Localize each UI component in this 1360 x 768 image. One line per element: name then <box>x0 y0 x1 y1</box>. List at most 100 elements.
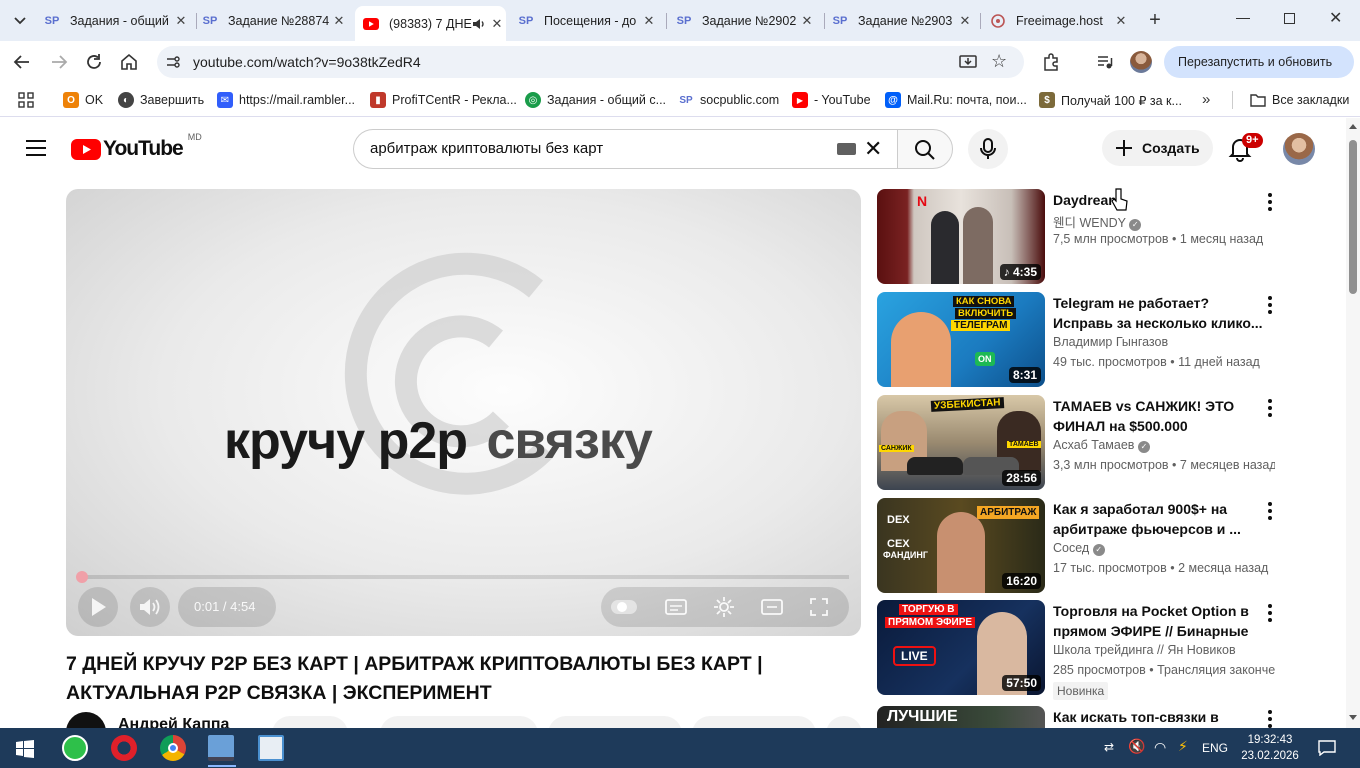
rec-title[interactable]: Telegram не работает? Исправь за несколь… <box>1053 293 1263 333</box>
hamburger-menu-icon[interactable] <box>26 140 46 156</box>
search-input[interactable]: арбитраж криптовалюты без карт ✕ <box>353 129 898 169</box>
channel-name[interactable]: Андрей Каппа <box>118 716 229 728</box>
rec-title[interactable]: Daydream <box>1053 190 1263 210</box>
notification-center-icon[interactable] <box>1318 740 1336 756</box>
browser-tab[interactable]: Freeimage.host ✕ <box>990 6 1130 35</box>
account-avatar[interactable] <box>1283 133 1315 165</box>
close-icon[interactable]: ✕ <box>798 13 816 29</box>
search-button[interactable] <box>897 129 953 169</box>
recommendation-item[interactable]: УЗБЕКИСТАН САНЖИК ТАМАЕВ 28:56 ТАМАЕВ vs… <box>877 395 1277 490</box>
progress-scrubber[interactable] <box>76 571 88 583</box>
video-thumbnail[interactable]: УЗБЕКИСТАН САНЖИК ТАМАЕВ 28:56 <box>877 395 1045 490</box>
profile-avatar[interactable] <box>1130 51 1152 73</box>
close-icon[interactable]: ✕ <box>640 13 658 29</box>
close-icon[interactable]: ✕ <box>956 13 974 29</box>
scroll-up-arrow[interactable] <box>1349 124 1357 129</box>
bookmark-item[interactable]: @ Mail.Ru: почта, пои... <box>885 91 1027 109</box>
video-thumbnail[interactable]: ТОРГУЮ В ПРЯМОМ ЭФИРЕ LIVE 57:50 <box>877 600 1045 695</box>
more-vert-icon[interactable] <box>1267 710 1273 728</box>
rec-title[interactable]: Торговля на Pocket Option в прямом ЭФИРЕ… <box>1053 601 1263 641</box>
more-vert-icon[interactable] <box>1267 193 1273 213</box>
tab-search-icon[interactable] <box>8 10 32 32</box>
bookmark-item[interactable]: ▮ ProfiTCentR - Рекла... <box>370 91 517 109</box>
install-app-icon[interactable] <box>959 53 977 76</box>
action-button[interactable] <box>272 716 348 728</box>
theater-mode-icon[interactable] <box>761 597 783 617</box>
recommendation-item[interactable]: КАК СНОВА ВКЛЮЧИТЬ ТЕЛЕГРАМ ON 8:31 Tele… <box>877 292 1277 387</box>
chrome-icon[interactable] <box>160 735 186 761</box>
share-button[interactable] <box>548 716 682 728</box>
speaker-icon[interactable] <box>472 18 488 30</box>
image-viewer-icon[interactable] <box>258 735 284 761</box>
bookmark-item[interactable]: ✉ https://mail.rambler... <box>217 91 355 109</box>
recommendation-item[interactable]: ТОРГУЮ В ПРЯМОМ ЭФИРЕ LIVE 57:50 Торговл… <box>877 600 1277 700</box>
bookmark-item[interactable]: ▶ - YouTube <box>792 91 871 109</box>
rec-title[interactable]: Как я заработал 900$+ на арбитраже фьюче… <box>1053 499 1263 539</box>
forward-icon[interactable] <box>50 53 68 76</box>
chevron-right-icon[interactable]: » <box>1202 91 1210 108</box>
youtube-logo[interactable]: YouTube MD <box>71 132 202 161</box>
recommendation-item[interactable]: DEX CEX ФАНДИНГ АРБИТРАЖ 16:20 Как я зар… <box>877 498 1277 593</box>
close-icon[interactable]: ✕ <box>488 16 506 32</box>
more-vert-icon[interactable] <box>1267 296 1273 316</box>
close-icon[interactable]: ✕ <box>172 13 190 29</box>
all-bookmarks[interactable]: Все закладки <box>1250 91 1349 109</box>
like-button[interactable] <box>380 716 538 728</box>
url-text[interactable]: youtube.com/watch?v=9o38tkZedR4 <box>193 54 421 70</box>
close-icon[interactable]: ✕ <box>1112 13 1130 29</box>
progress-bar[interactable] <box>76 571 849 583</box>
computer-icon[interactable] <box>208 735 234 761</box>
volume-muted-icon[interactable]: 🔇 <box>1128 738 1145 755</box>
subtitles-icon[interactable] <box>665 597 687 617</box>
video-player[interactable]: кручу p2p связку 0:01 / 4:54 <box>66 189 861 636</box>
windows-start-icon[interactable] <box>16 740 34 758</box>
rec-title[interactable]: Как искать топ-связки в <box>1053 707 1263 727</box>
battery-icon[interactable]: ⚡ <box>1178 738 1188 755</box>
browser-tab-active[interactable]: (98383) 7 ДНЕЙ ✕ <box>355 6 506 41</box>
window-close-icon[interactable]: ✕ <box>1329 8 1342 28</box>
recommendation-item[interactable]: N ♪ 4:35 Daydream 웬디 WENDY ✓ 7,5 млн про… <box>877 189 1277 284</box>
home-icon[interactable] <box>120 53 138 76</box>
rec-channel[interactable]: Сосед ✓ <box>1053 541 1105 556</box>
more-vert-icon[interactable] <box>1267 604 1273 624</box>
back-icon[interactable] <box>13 53 31 76</box>
video-thumbnail[interactable]: DEX CEX ФАНДИНГ АРБИТРАЖ 16:20 <box>877 498 1045 593</box>
clock[interactable]: 19:32:43 23.02.2026 <box>1238 732 1302 764</box>
more-vert-icon[interactable] <box>1267 502 1273 522</box>
bookmark-item[interactable]: $ Получай 100 ₽ за к... <box>1039 91 1182 109</box>
minimize-icon[interactable] <box>1236 18 1250 19</box>
address-bar[interactable]: youtube.com/watch?v=9o38tkZedR4 ☆ <box>157 46 1024 78</box>
apps-grid-icon[interactable] <box>18 92 34 113</box>
video-thumbnail[interactable]: N ♪ 4:35 <box>877 189 1045 284</box>
input-language[interactable]: ENG <box>1202 741 1228 755</box>
recommendation-item[interactable]: ЛУЧШИЕ Как искать топ-связки в <box>877 706 1277 728</box>
rec-channel[interactable]: Владимир Гынгазов <box>1053 335 1168 349</box>
new-tab-plus-icon[interactable]: + <box>1144 9 1166 31</box>
settings-gear-icon[interactable] <box>713 596 735 618</box>
rec-channel[interactable]: Асхаб Тамаев ✓ <box>1053 438 1150 453</box>
bookmark-item[interactable]: SP socpublic.com <box>678 91 779 109</box>
browser-tab[interactable]: SP Задание №28874 ✕ <box>202 6 348 35</box>
page-scrollbar[interactable] <box>1346 118 1360 728</box>
video-thumbnail[interactable]: ЛУЧШИЕ <box>877 706 1045 728</box>
browser-tab[interactable]: SP Задания - общий ✕ <box>44 6 190 35</box>
voice-search-button[interactable] <box>968 129 1008 169</box>
reload-icon[interactable] <box>85 53 103 76</box>
video-thumbnail[interactable]: КАК СНОВА ВКЛЮЧИТЬ ТЕЛЕГРАМ ON 8:31 <box>877 292 1045 387</box>
opera-icon[interactable] <box>111 735 137 761</box>
search-query[interactable]: арбитраж криптовалюты без карт <box>370 140 603 157</box>
clear-search-icon[interactable]: ✕ <box>864 136 882 162</box>
bookmark-item[interactable]: ◐ Завершить <box>118 91 204 109</box>
bookmark-item[interactable]: О OK <box>63 91 103 109</box>
rec-channel[interactable]: Школа трейдинга // Ян Новиков <box>1053 643 1236 657</box>
browser-tab[interactable]: SP Задание №2902 ✕ <box>676 6 816 35</box>
scrollbar-thumb[interactable] <box>1349 140 1357 294</box>
rec-title[interactable]: ТАМАЕВ vs САНЖИК! ЭТО ФИНАЛ на $500.000 <box>1053 396 1263 436</box>
extensions-icon[interactable] <box>1042 53 1060 76</box>
bookmark-star-icon[interactable]: ☆ <box>991 51 1007 72</box>
bookmark-item[interactable]: ◎ Задания - общий с... <box>525 91 666 109</box>
network-icon[interactable]: ⇄ <box>1104 740 1114 754</box>
create-button[interactable]: Создать <box>1102 130 1213 166</box>
site-info-icon[interactable] <box>165 54 181 75</box>
fullscreen-icon[interactable] <box>809 597 829 617</box>
